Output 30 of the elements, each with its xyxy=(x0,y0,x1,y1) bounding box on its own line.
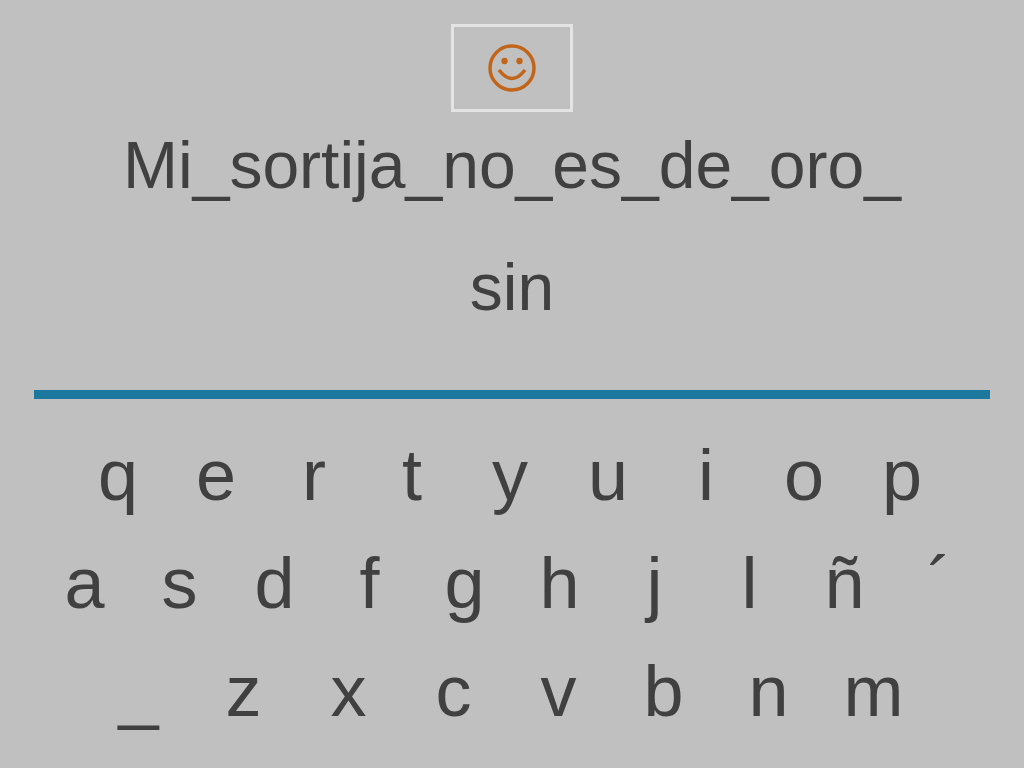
keyboard-key[interactable]: x xyxy=(296,637,401,745)
keyboard-key[interactable]: e xyxy=(167,421,265,529)
keyboard-key[interactable]: g xyxy=(417,529,512,637)
keyboard-key[interactable]: r xyxy=(265,421,363,529)
keyboard-key[interactable]: ñ xyxy=(797,529,892,637)
keyboard-key[interactable]: v xyxy=(506,637,611,745)
keyboard-key[interactable]: d xyxy=(227,529,322,637)
keyboard-key[interactable]: o xyxy=(755,421,853,529)
keyboard-key[interactable]: q xyxy=(69,421,167,529)
prompt-text: sin xyxy=(469,254,555,320)
keyboard-key[interactable]: y xyxy=(461,421,559,529)
keyboard-key[interactable]: _ xyxy=(86,637,191,745)
smiley-icon xyxy=(487,43,537,93)
keyboard-key[interactable]: h xyxy=(512,529,607,637)
keyboard-key[interactable]: z xyxy=(191,637,296,745)
keyboard-key[interactable]: ´ xyxy=(892,529,987,637)
keyboard-key[interactable]: u xyxy=(559,421,657,529)
smiley-button[interactable] xyxy=(451,24,573,112)
keyboard-key[interactable]: c xyxy=(401,637,506,745)
keyboard-key[interactable]: n xyxy=(716,637,821,745)
keyboard-key[interactable]: i xyxy=(657,421,755,529)
keyboard-key[interactable]: t xyxy=(363,421,461,529)
keyboard-key[interactable]: a xyxy=(37,529,132,637)
keyboard-key[interactable]: b xyxy=(611,637,716,745)
keyboard-key[interactable]: p xyxy=(853,421,951,529)
keyboard-key[interactable]: s xyxy=(132,529,227,637)
keyboard-key[interactable]: j xyxy=(607,529,702,637)
keyboard-key[interactable]: f xyxy=(322,529,417,637)
keyboard-key[interactable]: l xyxy=(702,529,797,637)
keyboard-key[interactable]: m xyxy=(821,637,926,745)
